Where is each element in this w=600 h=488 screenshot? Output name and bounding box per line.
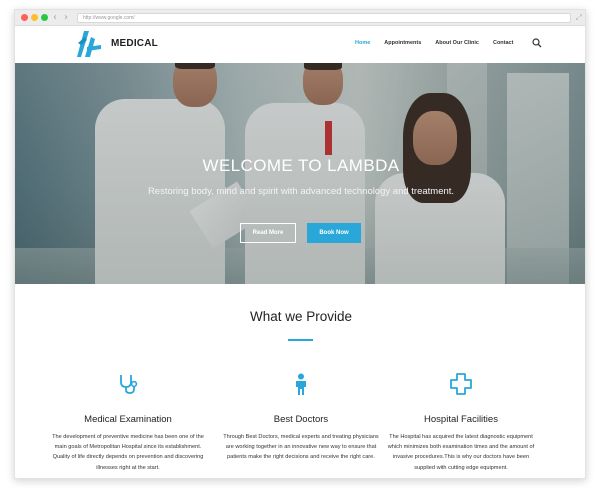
nav-item-home[interactable]: Home (355, 40, 370, 46)
feature-text: The Hospital has acquired the latest dia… (387, 434, 535, 471)
browser-toolbar: ‹ › http://www.google.com/ ⤢ (15, 10, 585, 26)
back-arrow-icon[interactable]: ‹ (53, 11, 57, 25)
fullscreen-icon[interactable]: ⤢ (576, 12, 582, 24)
nav-item-contact[interactable]: Contact (493, 40, 513, 46)
brand-name[interactable]: MEDICAL (111, 38, 158, 49)
close-window-button[interactable] (21, 14, 28, 21)
feature-text: Through Best Doctors, medical experts an… (223, 434, 379, 461)
book-now-button[interactable]: Book Now (307, 223, 361, 243)
feature-best-doctors: Best Doctors Through Best Doctors, medic… (221, 372, 381, 463)
nav-item-appointments[interactable]: Appointments (384, 40, 421, 46)
doctor-person-icon (296, 373, 306, 395)
feature-medical-examination: Medical Examination The development of p… (48, 372, 208, 473)
medical-cross-icon (450, 373, 472, 395)
medical-logo-icon[interactable] (73, 27, 103, 59)
browser-window: ‹ › http://www.google.com/ ⤢ MEDICAL Hom… (14, 9, 586, 479)
search-icon[interactable] (532, 38, 542, 48)
site-header: MEDICAL Home Appointments About Our Clin… (15, 26, 585, 63)
hero-banner: WELCOME TO LAMBDA Restoring body, mind a… (15, 63, 585, 284)
minimize-window-button[interactable] (31, 14, 38, 21)
feature-title: Best Doctors (273, 414, 329, 425)
feature-title: Hospital Facilities (424, 414, 498, 425)
stethoscope-icon (120, 375, 138, 394)
section-divider (288, 339, 313, 341)
hero-subtitle: Restoring body, mind and spirit with adv… (147, 186, 455, 197)
main-nav: Home Appointments About Our Clinic Conta… (355, 40, 527, 46)
feature-title: Medical Examination (84, 414, 172, 425)
feature-text: The development of preventive medicine h… (52, 434, 204, 471)
read-more-button[interactable]: Read More (240, 223, 296, 243)
maximize-window-button[interactable] (41, 14, 48, 21)
section-title: What we Provide (249, 309, 353, 324)
address-bar[interactable]: http://www.google.com/ (77, 13, 571, 23)
nav-item-about-our-clinic[interactable]: About Our Clinic (435, 40, 479, 46)
hero-title: WELCOME TO LAMBDA (202, 156, 400, 175)
feature-hospital-facilities: Hospital Facilities The Hospital has acq… (381, 372, 541, 473)
forward-arrow-icon[interactable]: › (64, 11, 68, 25)
